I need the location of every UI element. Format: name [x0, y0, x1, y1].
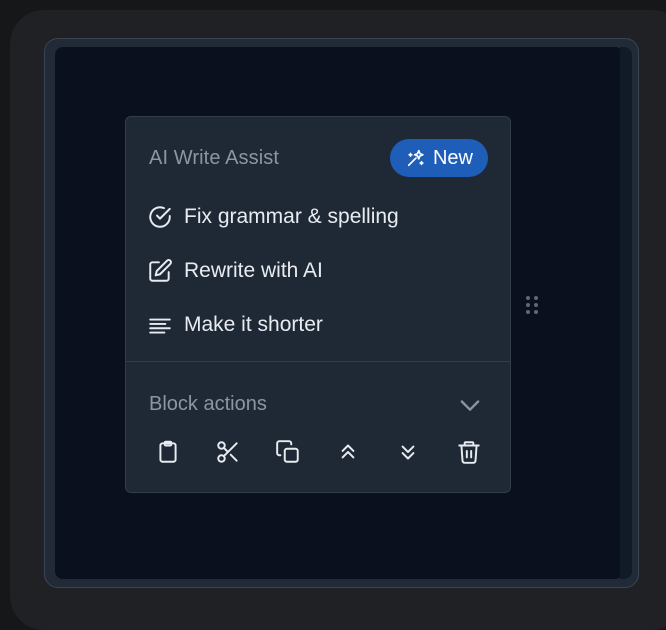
- ai-section-title: AI Write Assist: [149, 147, 280, 169]
- menu-item-rewrite-ai[interactable]: Rewrite with AI: [126, 247, 510, 293]
- new-badge: New: [390, 139, 488, 177]
- check-circle-icon: [147, 204, 173, 230]
- edit-icon: [147, 258, 173, 284]
- block-context-menu: AI Write Assist New Fix grammar & spelli…: [125, 116, 511, 493]
- scissors-icon: [217, 441, 238, 463]
- menu-divider: [126, 361, 510, 362]
- new-badge-label: New: [432, 146, 473, 169]
- block-actions-row: [126, 433, 510, 471]
- move-up-button[interactable]: [331, 435, 365, 469]
- menu-item-make-shorter[interactable]: Make it shorter: [126, 301, 510, 347]
- chevrons-up-icon: [341, 444, 355, 459]
- drag-handle-icon[interactable]: [524, 294, 540, 318]
- menu-item-fix-grammar[interactable]: Fix grammar & spelling: [126, 193, 510, 239]
- menu-item-label: Rewrite with AI: [184, 259, 323, 282]
- clipboard-icon: [159, 440, 177, 463]
- delete-button[interactable]: [452, 435, 486, 469]
- block-actions-toggle[interactable]: Block actions: [126, 385, 510, 419]
- align-left-icon: [147, 312, 173, 338]
- ai-section-header: AI Write Assist New: [126, 139, 510, 179]
- move-down-button[interactable]: [391, 435, 425, 469]
- menu-item-label: Make it shorter: [184, 313, 323, 336]
- chevron-down-icon: [456, 391, 484, 419]
- editor-scroll-strip: [620, 47, 632, 579]
- menu-item-label: Fix grammar & spelling: [184, 205, 399, 228]
- cut-button[interactable]: [211, 435, 245, 469]
- sparkle-icon: [407, 149, 424, 167]
- duplicate-button[interactable]: [271, 435, 305, 469]
- chevrons-down-icon: [401, 445, 415, 460]
- paste-button[interactable]: [151, 435, 185, 469]
- trash-icon: [458, 441, 480, 464]
- block-actions-title: Block actions: [149, 393, 267, 415]
- copy-icon: [276, 440, 299, 463]
